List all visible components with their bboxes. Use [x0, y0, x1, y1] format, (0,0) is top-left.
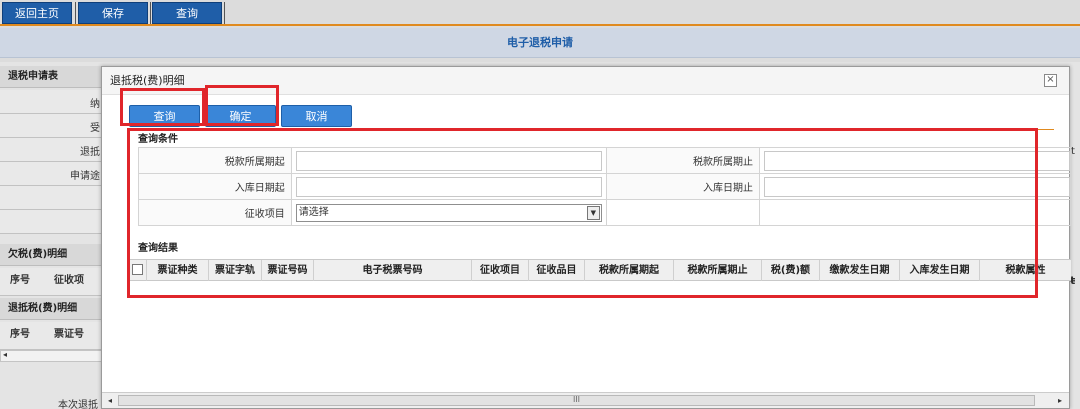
label-levy-item: 征收项目 [138, 199, 292, 226]
label-tax-period-start: 税款所属期起 [138, 147, 292, 174]
confirm-button[interactable]: 确定 [205, 105, 276, 127]
scroll-left-icon[interactable]: ◂ [104, 395, 116, 406]
form-row: 申请途 [0, 162, 104, 186]
footer-label: 本次退抵 [58, 400, 98, 409]
page-title: 电子退税申请 [0, 28, 1080, 58]
column-ticket-no: 票证号 [54, 329, 84, 340]
save-button[interactable]: 保存 [78, 2, 148, 24]
refund-detail-header: 序号 票证号 [0, 322, 104, 350]
back-home-button[interactable]: 返回主页 [2, 2, 72, 24]
scroll-right-icon[interactable]: ▸ [1054, 395, 1066, 406]
column-header[interactable]: 税款属性 [980, 260, 1071, 281]
store-date-end-input[interactable] [764, 176, 1070, 197]
top-toolbar: 返回主页 保存 查询 [0, 0, 1080, 26]
refund-detail-dialog: 退抵税(费)明细 × 查询 确定 取消 查询条件 税款所属期起 税款所属期止 入… [101, 66, 1071, 409]
tax-period-end-input[interactable] [764, 150, 1070, 171]
right-edge-text: t [1071, 146, 1075, 157]
form-row-label: 受 [90, 123, 100, 134]
store-date-start-input[interactable] [295, 176, 602, 197]
cell [759, 147, 1071, 174]
column-header[interactable]: 缴款发生日期 [820, 260, 900, 281]
form-row [0, 186, 104, 210]
form-row-label: 纳 [90, 99, 100, 110]
cell [290, 147, 608, 174]
column-header[interactable]: 税款所属期止 [674, 260, 762, 281]
column-header[interactable]: 入库发生日期 [900, 260, 980, 281]
column-header[interactable]: 票证种类 [147, 260, 209, 281]
form-row: 纳 [0, 90, 104, 114]
form-row-label: 退抵 [80, 147, 100, 158]
cancel-button[interactable]: 取消 [281, 105, 352, 127]
tax-period-start-input[interactable] [295, 150, 602, 171]
toolbar-separator [75, 2, 76, 24]
cell: 请选择 ▼ [290, 199, 608, 226]
label-store-date-end: 入库日期止 [606, 173, 760, 200]
query-results-label: 查询结果 [138, 243, 178, 254]
column-header[interactable]: 税(费)额 [762, 260, 820, 281]
column-index: 序号 [10, 329, 30, 340]
section-owed-tax: 欠税(费)明细 [0, 244, 104, 266]
cell [759, 199, 1071, 226]
bg-scrollbar[interactable]: ◂ [0, 350, 104, 362]
column-header[interactable]: 票证号码 [262, 260, 314, 281]
select-value: 请选择 [298, 206, 329, 218]
owed-tax-header: 序号 征收项 [0, 268, 104, 296]
section-refund-detail: 退抵税(费)明细 [0, 298, 104, 320]
column-index: 序号 [10, 275, 30, 286]
dialog-title: 退抵税(费)明细 [102, 67, 1069, 95]
column-header[interactable]: 征收项目 [472, 260, 529, 281]
column-header[interactable]: 电子税票号码 [314, 260, 472, 281]
label-store-date-start: 入库日期起 [138, 173, 292, 200]
toolbar-query-button[interactable]: 查询 [152, 2, 222, 24]
column-header[interactable]: 税款所属期起 [585, 260, 674, 281]
cell [606, 199, 760, 226]
form-row [0, 210, 104, 234]
scroll-left-icon[interactable]: ◂ [3, 350, 7, 359]
select-all-cell [129, 260, 147, 281]
column-header[interactable]: 征收品目 [529, 260, 585, 281]
toolbar-separator [224, 2, 225, 24]
select-all-checkbox[interactable] [132, 264, 143, 275]
query-button[interactable]: 查询 [129, 105, 200, 127]
label-tax-period-end: 税款所属期止 [606, 147, 760, 174]
toolbar-separator [150, 2, 151, 24]
close-icon[interactable]: × [1044, 74, 1057, 87]
form-row: 受 [0, 114, 104, 138]
levy-item-select[interactable]: 请选择 ▼ [295, 203, 602, 222]
cell [290, 173, 608, 200]
form-row: 退抵 [0, 138, 104, 162]
dialog-horizontal-scrollbar[interactable]: ◂ III ▸ [102, 392, 1069, 408]
query-conditions-table: 税款所属期起 税款所属期止 入库日期起 入库日期止 征收项目 请选择 ▼ [138, 147, 1071, 226]
form-row-label: 申请途 [70, 171, 100, 182]
divider [129, 129, 1054, 130]
column-levy-item: 征收项 [54, 275, 84, 286]
cell [759, 173, 1071, 200]
column-header[interactable]: 票证字轨 [209, 260, 262, 281]
query-conditions-label: 查询条件 [138, 134, 178, 145]
chevron-down-icon[interactable]: ▼ [586, 205, 600, 220]
results-grid-header: 票证种类 票证字轨 票证号码 电子税票号码 征收项目 征收品目 税款所属期起 税… [129, 259, 1071, 281]
section-refund-form: 退税申请表 [0, 66, 104, 88]
scroll-thumb[interactable]: III [118, 395, 1035, 406]
